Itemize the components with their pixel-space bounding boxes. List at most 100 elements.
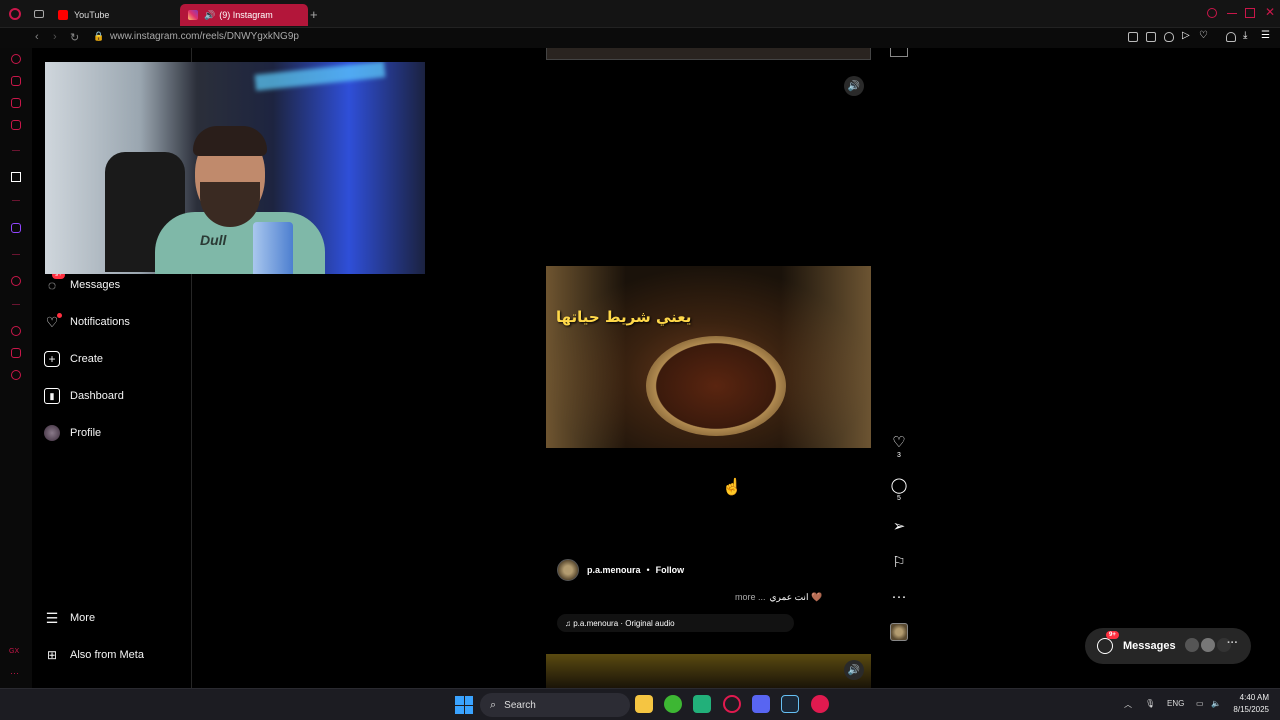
reel-video[interactable]: يعني شريط حياتها — [546, 266, 871, 448]
taskbar: ⌕ Search ︿ 🎙 ENG ▭ 🔈 4:40 AM 8/15/2025 — [0, 688, 1280, 720]
taskbar-search[interactable]: ⌕ Search — [480, 693, 630, 717]
clock-date: 8/15/2025 — [1233, 705, 1269, 714]
sidebar-divider — [12, 150, 20, 151]
discord-icon[interactable] — [752, 695, 770, 713]
messages-label: Messages — [1123, 640, 1176, 652]
audio-pill[interactable]: ♫ p.a.menoura · Original audio — [557, 614, 794, 632]
news-icon[interactable] — [11, 120, 21, 130]
like-button[interactable]: ♡ 3 — [889, 434, 909, 460]
messenger-icon: 9+ — [1097, 631, 1119, 654]
tab-instagram[interactable]: 🔊 (9) Instagram — [180, 4, 308, 26]
forward-icon[interactable]: › — [53, 31, 57, 43]
steam-icon[interactable] — [781, 695, 799, 713]
coffee-pot — [646, 336, 786, 436]
more-dots-icon[interactable]: ··· — [10, 668, 19, 678]
follow-button[interactable]: Follow — [656, 565, 685, 575]
comment-button[interactable]: ◯ 5 — [889, 477, 909, 503]
nav-label: Notifications — [70, 316, 130, 328]
messages-badge: 9+ — [1106, 631, 1119, 639]
download-icon[interactable]: ⤓ — [1243, 30, 1253, 41]
opera-sidebar: GX ··· — [0, 48, 32, 688]
twitch-icon[interactable] — [11, 223, 21, 233]
notification-dot — [57, 313, 62, 318]
share-button[interactable]: ➢ — [889, 519, 909, 535]
history-icon[interactable] — [11, 326, 21, 336]
tab-manager-icon[interactable] — [34, 10, 44, 18]
nav-profile[interactable]: Profile — [44, 425, 101, 441]
previous-reel-avatar-icon[interactable] — [890, 48, 908, 57]
nav-messages[interactable]: ◌ 9+ Messages — [44, 271, 121, 293]
pin-icon[interactable] — [1128, 32, 1138, 42]
gx-icon[interactable]: GX — [9, 648, 19, 655]
app-icon[interactable] — [693, 695, 711, 713]
windows-start-icon[interactable] — [455, 696, 473, 714]
nav-more[interactable]: ☰ More — [44, 610, 95, 626]
system-clock[interactable]: 4:40 AM 8/15/2025 — [1205, 692, 1269, 716]
options-button[interactable]: ··· — [889, 589, 909, 605]
messages-floating-button[interactable]: 9+ Messages ··· — [1085, 628, 1251, 664]
hand-cursor-icon: ☝ — [722, 479, 742, 496]
app-icon[interactable] — [811, 695, 829, 713]
reel-caption[interactable]: more ... انت عمري 🤎 — [735, 592, 822, 603]
extensions-icon[interactable] — [11, 76, 21, 86]
avatar[interactable] — [557, 559, 579, 581]
audio-thumbnail[interactable] — [890, 623, 908, 641]
close-button[interactable]: ✕ — [1265, 5, 1275, 19]
heart-icon: ♡ — [892, 434, 906, 451]
tab-youtube[interactable]: YouTube — [50, 4, 178, 26]
address-bar: ‹ › ↻ 🔒 www.instagram.com/reels/DNWYgxkN… — [0, 28, 1280, 48]
arc-icon[interactable] — [11, 172, 21, 182]
opera-gx-icon[interactable] — [723, 695, 741, 713]
downloads-icon[interactable] — [11, 348, 21, 358]
microphone-icon[interactable]: 🎙 — [1145, 699, 1155, 708]
maximize-button[interactable] — [1245, 8, 1255, 18]
more-link[interactable]: more ... — [735, 592, 766, 603]
save-button[interactable]: ⚐ — [889, 555, 909, 571]
avatar — [44, 425, 60, 441]
comment-icon: ◯ — [890, 477, 908, 494]
volume-button[interactable]: 🔊 — [844, 76, 864, 96]
display-icon[interactable]: ▭ — [1196, 699, 1204, 708]
bookmark-icon: ⚐ — [892, 554, 906, 571]
account-icon[interactable] — [1226, 32, 1236, 42]
nav-notifications[interactable]: ♡ Notifications — [44, 313, 130, 330]
tab-label: YouTube — [74, 10, 110, 20]
xbox-icon[interactable] — [664, 695, 682, 713]
speaker-icon[interactable]: 🔊 — [204, 10, 215, 21]
send-icon[interactable]: ▷ — [1182, 30, 1192, 41]
back-icon[interactable]: ‹ — [35, 31, 39, 43]
shield-icon[interactable] — [1164, 32, 1174, 42]
aria-icon[interactable] — [11, 54, 21, 64]
recent-contacts — [1185, 638, 1231, 652]
messenger-icon[interactable] — [11, 98, 21, 108]
heart-icon[interactable]: ♡ — [1199, 30, 1209, 41]
file-explorer-icon[interactable] — [635, 695, 653, 713]
sidebar-divider — [12, 254, 20, 255]
previous-reel-edge[interactable] — [546, 48, 871, 60]
chevron-up-icon[interactable]: ︿ — [1124, 699, 1132, 710]
next-reel-preview[interactable] — [546, 654, 871, 688]
nav-dashboard[interactable]: ▮ Dashboard — [44, 388, 124, 404]
more-icon[interactable]: ··· — [1227, 637, 1238, 649]
snapshot-icon[interactable] — [1146, 32, 1156, 42]
person-hair — [193, 126, 267, 156]
language-indicator[interactable]: ENG — [1167, 699, 1184, 708]
nav-label: Messages — [70, 279, 121, 291]
nav-create[interactable]: + Create — [44, 351, 103, 367]
author-name[interactable]: p.a.menoura — [587, 565, 641, 575]
player-icon[interactable] — [11, 276, 21, 286]
new-tab-button[interactable]: + — [310, 7, 318, 22]
avatar — [1201, 638, 1215, 652]
url-field[interactable]: www.instagram.com/reels/DNWYgxkNG9p — [110, 31, 299, 42]
menu-icon[interactable]: ☰ — [1261, 30, 1271, 41]
search-tabs-icon[interactable] — [1207, 8, 1217, 18]
opera-logo-icon[interactable] — [9, 8, 21, 20]
more-icon: ··· — [891, 588, 907, 605]
minimize-button[interactable] — [1227, 13, 1237, 14]
avatar — [1185, 638, 1199, 652]
settings-icon[interactable] — [11, 370, 21, 380]
reload-icon[interactable]: ↻ — [70, 31, 79, 44]
volume-button[interactable]: 🔊 — [844, 660, 864, 680]
nav-also-from-meta[interactable]: ⊞ Also from Meta — [44, 647, 144, 663]
led-light — [254, 62, 386, 91]
